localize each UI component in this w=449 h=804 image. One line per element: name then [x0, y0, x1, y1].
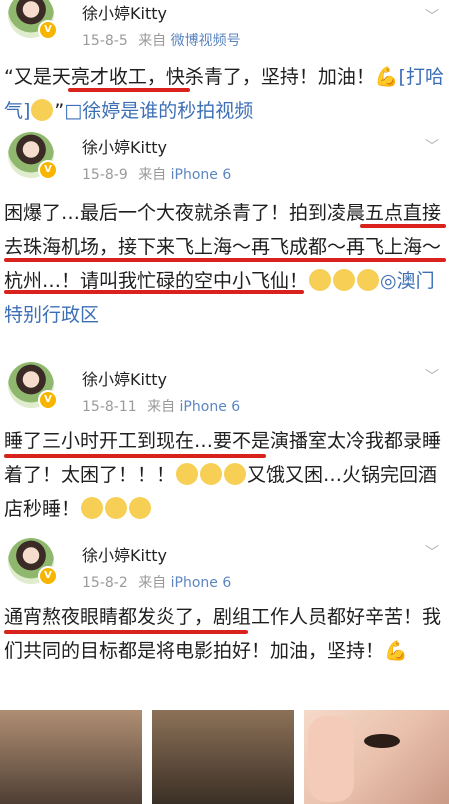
- shy-emoji-icon: [129, 497, 152, 519]
- underline-mark: [360, 224, 446, 228]
- shy-emoji-icon: [31, 99, 54, 121]
- post-from: 来自: [138, 167, 167, 183]
- username[interactable]: 徐小婷Kitty: [82, 134, 167, 158]
- verified-badge-icon: V: [38, 566, 58, 586]
- underline-mark: [4, 258, 446, 262]
- shy-emoji-icon: [81, 497, 104, 519]
- username[interactable]: 徐小婷Kitty: [82, 0, 167, 24]
- photo-thumbnail[interactable]: [304, 710, 449, 804]
- post-meta: 15-8-11 来自 iPhone 6: [82, 396, 240, 416]
- post-meta: 15-8-9 来自 iPhone 6: [82, 164, 231, 184]
- photo-detail: [308, 716, 354, 802]
- underline-mark: [4, 454, 266, 458]
- image-grid: [0, 710, 449, 804]
- shy-emoji-icon: [309, 269, 332, 291]
- photo-thumbnail[interactable]: [152, 710, 294, 804]
- post-date: 15-8-5: [82, 33, 128, 49]
- post-date: 15-8-11: [82, 399, 137, 415]
- chevron-down-icon[interactable]: ﹀: [425, 542, 439, 562]
- post-text: “又是天亮才收工，快杀青了，坚持！加油！💪[打哈气] ”□徐婷是谁的秒拍视频: [4, 60, 446, 128]
- shy-emoji-icon: [357, 269, 380, 291]
- post-from: 来自: [138, 33, 167, 49]
- post-meta: 15-8-2 来自 iPhone 6: [82, 572, 231, 592]
- photo-thumbnail[interactable]: [0, 710, 142, 804]
- shy-emoji-icon: [333, 269, 356, 291]
- username[interactable]: 徐小婷Kitty: [82, 542, 167, 566]
- flex-emoji-icon: 💪: [374, 66, 399, 88]
- avatar[interactable]: V: [8, 0, 58, 40]
- shy-emoji-icon: [176, 463, 199, 485]
- shy-emoji-icon: [224, 463, 247, 485]
- underline-mark: [4, 630, 248, 634]
- avatar[interactable]: V: [8, 132, 58, 180]
- flex-emoji-icon: 💪: [384, 640, 408, 662]
- verified-badge-icon: V: [38, 20, 58, 40]
- post-text-main: 通宵熬夜眼睛都发炎了，剧组工作人员都好辛苦！我们共同的目标都是将电影拍好！加油，…: [4, 606, 442, 662]
- chevron-down-icon[interactable]: ﹀: [425, 136, 439, 156]
- verified-badge-icon: V: [38, 390, 58, 410]
- underline-mark: [68, 88, 190, 92]
- post-text: 困爆了…最后一个大夜就杀青了！拍到凌晨五点直接去珠海机场，接下来飞上海～再飞成都…: [4, 196, 446, 332]
- photo-detail: [364, 734, 400, 748]
- verified-badge-icon: V: [38, 160, 58, 180]
- avatar[interactable]: V: [8, 538, 58, 586]
- post-text: 通宵熬夜眼睛都发炎了，剧组工作人员都好辛苦！我们共同的目标都是将电影拍好！加油，…: [4, 600, 446, 668]
- underline-mark: [4, 290, 304, 294]
- post-date: 15-8-2: [82, 575, 128, 591]
- post-source[interactable]: 微博视频号: [171, 33, 241, 49]
- shy-emoji-icon: [105, 497, 128, 519]
- chevron-down-icon[interactable]: ﹀: [425, 6, 439, 26]
- shy-emoji-icon: [200, 463, 223, 485]
- avatar[interactable]: V: [8, 362, 58, 410]
- post-source[interactable]: iPhone 6: [180, 399, 241, 415]
- post-from: 来自: [138, 575, 167, 591]
- post-text: 睡了三小时开工到现在…要不是演播室太冷我都录睡着了！太困了！！！ 又饿又困…火锅完…: [4, 424, 446, 526]
- chevron-down-icon[interactable]: ﹀: [425, 366, 439, 386]
- post-date: 15-8-9: [82, 167, 128, 183]
- post-from: 来自: [147, 399, 176, 415]
- post-text-main: “又是天亮才收工，快杀青了，坚持！加油！: [4, 66, 375, 88]
- post-source[interactable]: iPhone 6: [171, 167, 232, 183]
- username[interactable]: 徐小婷Kitty: [82, 366, 167, 390]
- video-link[interactable]: □徐婷是谁的秒拍视频: [64, 100, 253, 122]
- post-source[interactable]: iPhone 6: [171, 575, 232, 591]
- post-meta: 15-8-5 来自 微博视频号: [82, 30, 241, 50]
